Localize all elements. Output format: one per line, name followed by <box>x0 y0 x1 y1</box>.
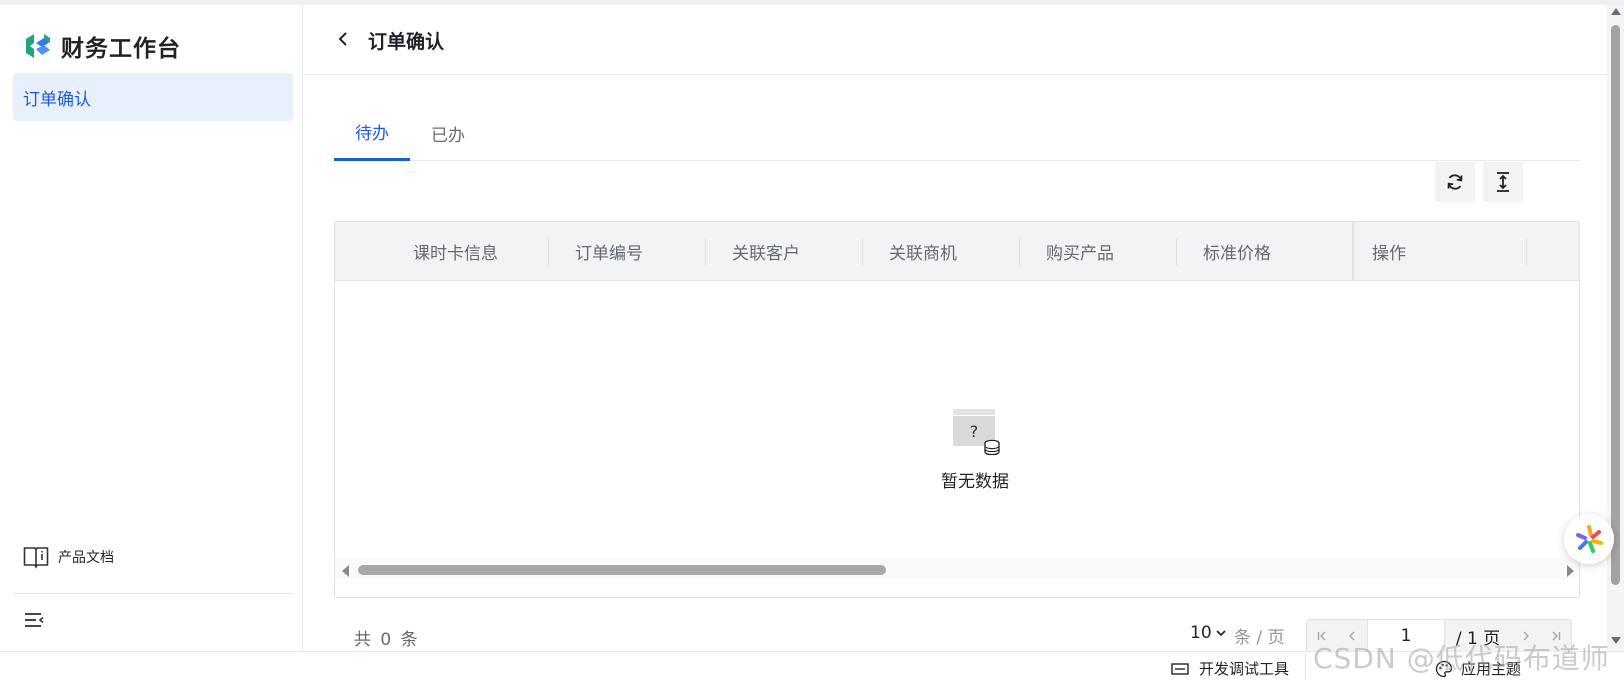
menu-toggle-icon[interactable] <box>23 610 45 630</box>
vertical-scrollbar[interactable] <box>1607 5 1624 651</box>
main-content: 订单确认 待办 已办 课时卡信息 订单编号 关联客户 关联商机 购买产品 标准价… <box>304 5 1607 653</box>
devbar-divider <box>1305 654 1306 680</box>
column-header[interactable]: 关联客户 <box>732 222 800 281</box>
no-data-icon: ? <box>953 409 1000 455</box>
app-title: 财务工作台 <box>61 36 181 62</box>
scroll-right-icon[interactable] <box>1567 565 1574 577</box>
column-divider <box>548 239 549 265</box>
dev-tools-label: 开发调试工具 <box>1199 660 1290 678</box>
scrollbar-thumb[interactable] <box>1611 25 1620 585</box>
devtools-icon <box>1171 662 1189 675</box>
column-header[interactable]: 购买产品 <box>1046 222 1114 281</box>
sidebar-item-order-confirm[interactable]: 订单确认 <box>13 73 293 121</box>
scroll-down-icon[interactable] <box>1611 637 1621 644</box>
column-divider <box>1176 239 1177 265</box>
expand-vertical-icon <box>1497 172 1509 192</box>
product-docs-link[interactable]: 产品文档 <box>23 545 114 569</box>
table-header: 课时卡信息 订单编号 关联客户 关联商机 购买产品 标准价格 操作 <box>335 222 1579 281</box>
app-logo[interactable]: 财务工作台 <box>23 29 181 63</box>
assistant-icon <box>1576 525 1603 553</box>
logo-icon <box>26 34 50 58</box>
chevron-down-icon <box>1216 630 1226 637</box>
product-docs-label: 产品文档 <box>58 550 114 566</box>
column-divider <box>1019 239 1020 265</box>
scroll-left-icon[interactable] <box>342 565 349 577</box>
column-header[interactable]: 标准价格 <box>1203 222 1271 281</box>
column-divider <box>705 239 706 265</box>
empty-state: ? 暂无数据 <box>895 407 1055 492</box>
sidebar-divider <box>13 593 293 594</box>
back-icon[interactable] <box>334 29 354 49</box>
row-height-button[interactable] <box>1483 162 1523 202</box>
scrollbar-thumb[interactable] <box>358 565 886 575</box>
column-header[interactable]: 课时卡信息 <box>413 222 498 281</box>
page-header: 订单确认 <box>304 5 1607 75</box>
dev-tools-button[interactable]: 开发调试工具 <box>1171 658 1289 679</box>
svg-text:?: ? <box>970 422 979 441</box>
book-icon <box>23 547 49 569</box>
empty-text: 暂无数据 <box>941 472 1009 492</box>
watermark: CSDN @低代码布道师 <box>1313 642 1610 675</box>
sidebar: 财务工作台 订单确认 产品文档 <box>0 5 303 651</box>
tab-todo[interactable]: 待办 <box>334 105 410 161</box>
refresh-button[interactable] <box>1435 162 1475 202</box>
assistant-button[interactable] <box>1564 514 1614 564</box>
refresh-icon <box>1447 174 1463 190</box>
order-table: 课时卡信息 订单编号 关联客户 关联商机 购买产品 标准价格 操作 ? 暂无数据 <box>334 221 1580 598</box>
page-size-select[interactable]: 10 <box>1190 623 1227 643</box>
column-header-actions[interactable]: 操作 <box>1352 222 1526 281</box>
horizontal-scrollbar[interactable] <box>335 559 1579 579</box>
sidebar-item-label: 订单确认 <box>23 89 91 110</box>
tab-done[interactable]: 已办 <box>410 105 486 161</box>
column-divider <box>862 239 863 265</box>
column-header[interactable]: 关联商机 <box>889 222 957 281</box>
total-count: 共 0 条 <box>354 630 420 650</box>
scroll-up-icon[interactable] <box>1611 8 1621 15</box>
page-size-unit: 条 / 页 <box>1234 628 1285 648</box>
page-title: 订单确认 <box>368 31 445 53</box>
tab-bar: 待办 已办 <box>334 105 1580 161</box>
column-header[interactable]: 订单编号 <box>575 222 643 281</box>
page-size-value: 10 <box>1190 623 1212 643</box>
column-divider <box>1526 239 1527 265</box>
